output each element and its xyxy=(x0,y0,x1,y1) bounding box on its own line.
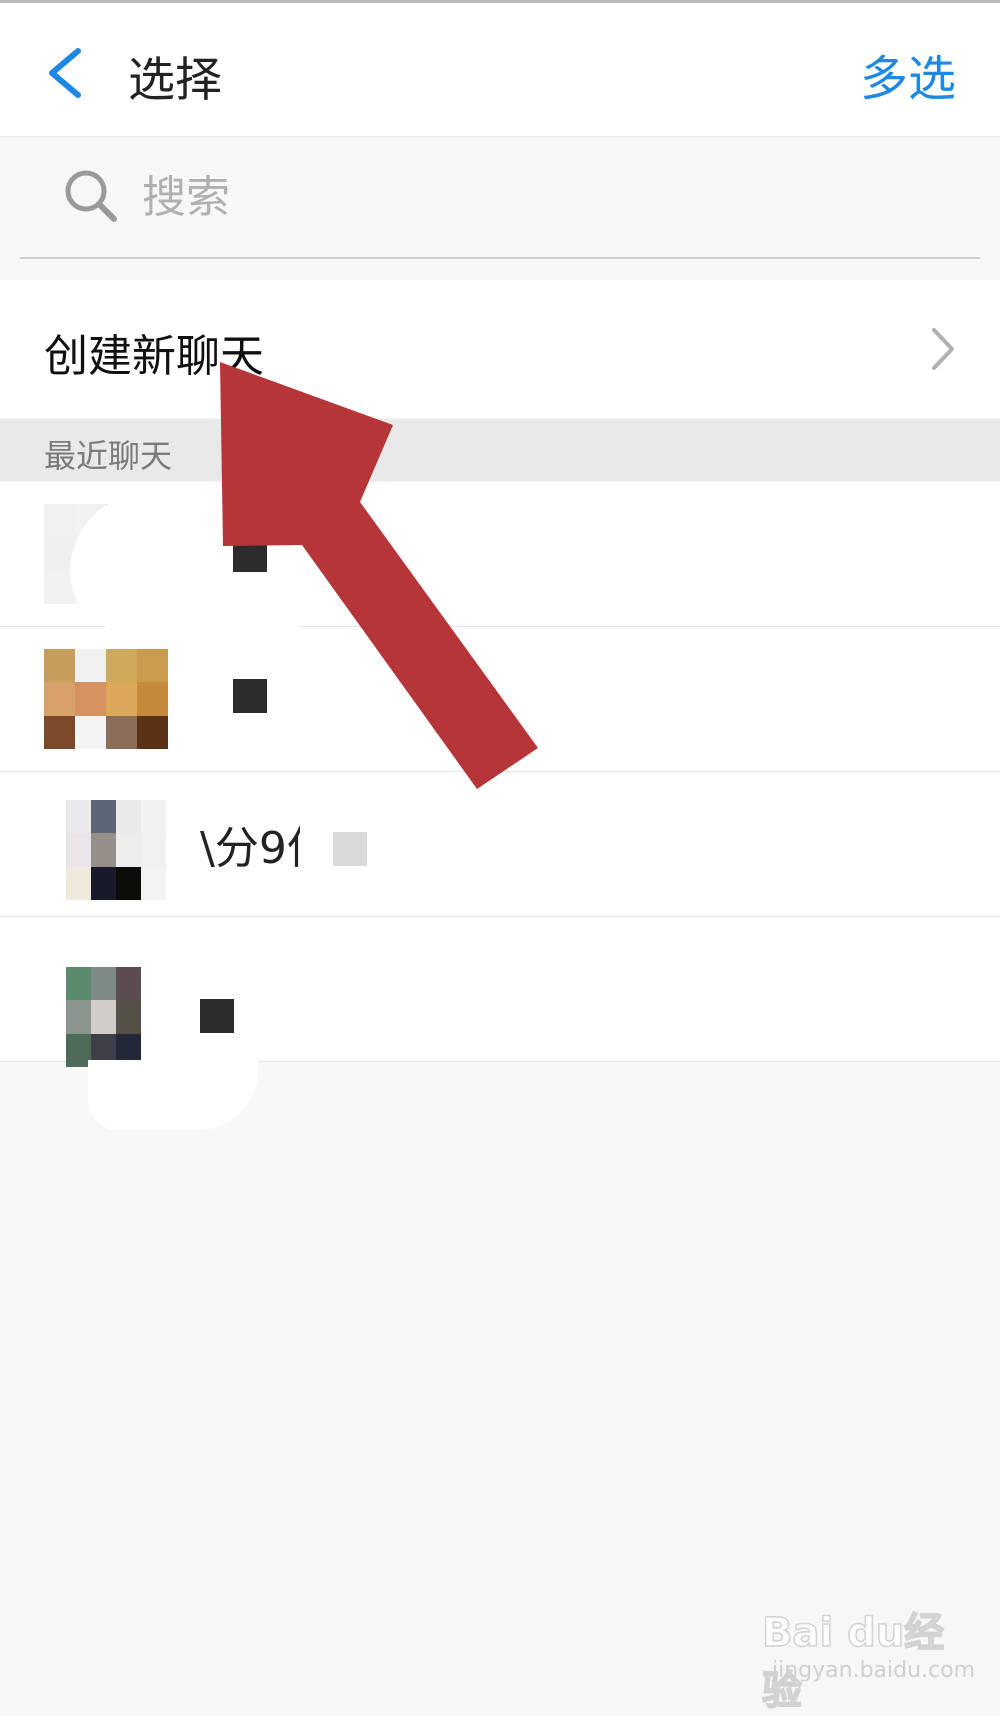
search-bar[interactable] xyxy=(20,137,980,259)
watermark-url: jingyan.baidu.com xyxy=(772,1658,976,1683)
chat-list-item[interactable] xyxy=(0,917,1000,1067)
recent-chats-header: 最近聊天 xyxy=(0,419,1000,481)
page-title: 选择 xyxy=(128,53,222,108)
header-bar: 选择 多选 xyxy=(0,3,1000,137)
create-new-chat-item[interactable]: 创建新聊天 xyxy=(0,280,1000,418)
chat-list-item[interactable] xyxy=(0,482,1000,632)
create-new-chat-label: 创建新聊天 xyxy=(44,331,264,382)
chat-name-redacted xyxy=(233,679,267,713)
avatar xyxy=(66,967,166,1067)
chat-name-redacted xyxy=(200,999,234,1033)
search-icon xyxy=(62,167,122,227)
chevron-left-icon xyxy=(38,31,98,115)
recent-chats-label: 最近聊天 xyxy=(44,437,173,475)
chat-list-item[interactable]: \分9亿 xyxy=(0,772,1000,917)
chevron-right-icon xyxy=(928,324,958,378)
avatar xyxy=(44,649,168,749)
chat-name-redacted xyxy=(233,538,267,572)
watermark: Bai du经验 jingyan.baidu.com xyxy=(761,1600,976,1715)
redaction xyxy=(88,1060,258,1130)
multi-select-button[interactable]: 多选 xyxy=(860,39,956,109)
chat-list-item[interactable] xyxy=(0,627,1000,772)
chat-name-redacted xyxy=(333,832,367,866)
search-input[interactable] xyxy=(140,163,744,231)
back-button[interactable] xyxy=(38,31,98,115)
avatar xyxy=(66,800,166,900)
